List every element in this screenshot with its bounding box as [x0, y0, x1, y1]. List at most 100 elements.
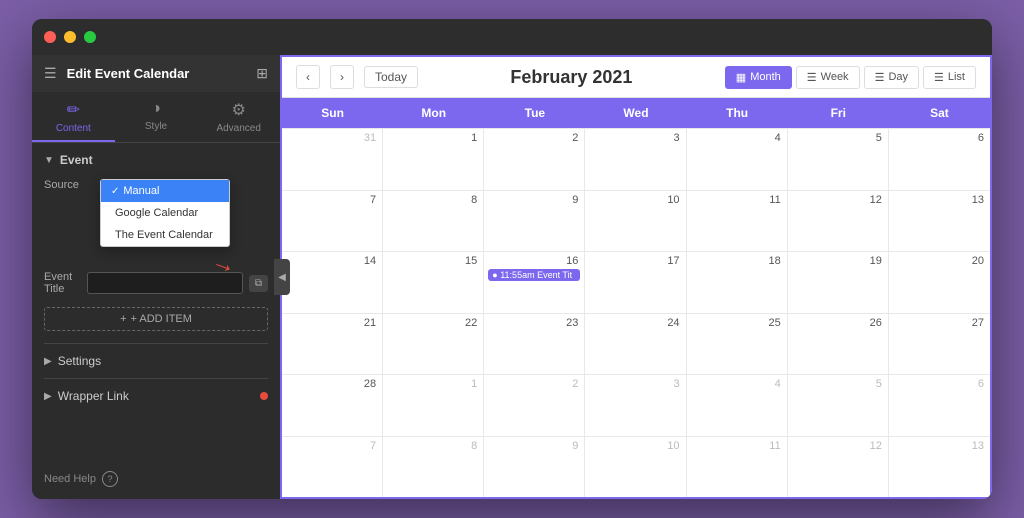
cal-cell-3-2[interactable]: 23	[484, 314, 585, 375]
cal-cell-0-2[interactable]: 2	[484, 129, 585, 190]
cal-cell-3-4[interactable]: 25	[687, 314, 788, 375]
minimize-button[interactable]	[64, 31, 76, 43]
prev-button[interactable]: ‹	[296, 65, 320, 89]
cal-cell-2-0[interactable]: 14	[282, 252, 383, 313]
cal-cell-3-5[interactable]: 26	[788, 314, 889, 375]
grid-icon[interactable]: ⊞	[256, 65, 268, 82]
list-icon: ☰	[934, 71, 944, 84]
copy-button[interactable]: ⧉	[249, 275, 268, 292]
cal-cell-4-6[interactable]: 6	[889, 375, 990, 436]
hamburger-icon[interactable]: ☰	[44, 65, 57, 82]
month-view-button[interactable]: ▦ Month	[725, 66, 792, 89]
month-grid-icon: ▦	[736, 71, 746, 84]
day-view-button[interactable]: ☰ Day	[864, 66, 919, 89]
day-num-0-6: 6	[893, 132, 986, 144]
cal-cell-4-0[interactable]: 28	[282, 375, 383, 436]
list-view-button[interactable]: ☰ List	[923, 66, 976, 89]
event-section-header[interactable]: ▼ Event	[44, 153, 268, 167]
cal-cell-5-4[interactable]: 11	[687, 437, 788, 498]
cal-cell-5-2[interactable]: 9	[484, 437, 585, 498]
next-button[interactable]: ›	[330, 65, 354, 89]
cal-cell-2-1[interactable]: 15	[383, 252, 484, 313]
cal-cell-2-5[interactable]: 19	[788, 252, 889, 313]
cal-cell-1-2[interactable]: 9	[484, 191, 585, 252]
wrapper-link-indicator	[260, 392, 268, 400]
day-num-4-4: 4	[691, 378, 783, 390]
sidebar-tabs: ✏ Content ◑ Style ⚙ Advanced	[32, 92, 280, 143]
cal-cell-1-0[interactable]: 7	[282, 191, 383, 252]
day-num-3-4: 25	[691, 317, 783, 329]
day-num-0-1: 1	[387, 132, 479, 144]
cal-cell-3-3[interactable]: 24	[585, 314, 686, 375]
day-icon: ☰	[875, 71, 885, 84]
cal-cell-2-4[interactable]: 18	[687, 252, 788, 313]
today-button[interactable]: Today	[364, 66, 418, 88]
help-icon[interactable]: ?	[102, 471, 118, 487]
cal-row-4: 28 123456	[282, 374, 990, 436]
cal-cell-5-5[interactable]: 12	[788, 437, 889, 498]
tab-content[interactable]: ✏ Content	[32, 92, 115, 142]
settings-section[interactable]: ▶ Settings	[44, 343, 268, 378]
header-fri: Fri	[788, 98, 889, 128]
cal-cell-4-2[interactable]: 2	[484, 375, 585, 436]
day-num-3-5: 26	[792, 317, 884, 329]
day-num-1-6: 13	[893, 194, 986, 206]
day-num-5-4: 11	[691, 440, 783, 452]
cal-cell-3-1[interactable]: 22	[383, 314, 484, 375]
sidebar-collapse-handle[interactable]: ◀	[274, 259, 290, 295]
cal-cell-2-3[interactable]: 17	[585, 252, 686, 313]
maximize-button[interactable]	[84, 31, 96, 43]
day-num-0-4: 4	[691, 132, 783, 144]
close-button[interactable]	[44, 31, 56, 43]
month-view-label: Month	[750, 71, 781, 83]
day-num-5-6: 13	[893, 440, 986, 452]
source-dropdown[interactable]: ✓ Manual Google Calendar The Event Calen…	[100, 179, 230, 247]
dropdown-item-manual[interactable]: ✓ Manual	[101, 180, 229, 202]
day-num-1-0: 7	[286, 194, 378, 206]
cal-cell-1-5[interactable]: 12	[788, 191, 889, 252]
cal-cell-1-4[interactable]: 11	[687, 191, 788, 252]
cal-cell-2-6[interactable]: 20	[889, 252, 990, 313]
cal-cell-5-3[interactable]: 10	[585, 437, 686, 498]
cal-cell-0-5[interactable]: 5	[788, 129, 889, 190]
sidebar-content: ▼ Event Source ✓ Manual Google C	[32, 143, 280, 459]
cal-cell-0-6[interactable]: 6	[889, 129, 990, 190]
cal-cell-3-0[interactable]: 21	[282, 314, 383, 375]
dropdown-item-tec[interactable]: The Event Calendar	[101, 224, 229, 246]
cal-cell-4-4[interactable]: 4	[687, 375, 788, 436]
event-pill-2-2[interactable]: ● 11:55am Event Tit	[488, 269, 580, 281]
source-label: Source	[44, 179, 100, 191]
cal-cell-5-1[interactable]: 8	[383, 437, 484, 498]
cal-cell-5-6[interactable]: 13	[889, 437, 990, 498]
tab-style[interactable]: ◑ Style	[115, 92, 198, 142]
cal-cell-0-3[interactable]: 3	[585, 129, 686, 190]
cal-cell-5-0[interactable]: 7	[282, 437, 383, 498]
week-icon: ☰	[807, 71, 817, 84]
day-num-4-0: 28	[286, 378, 378, 390]
day-num-3-6: 27	[893, 317, 986, 329]
cal-cell-4-5[interactable]: 5	[788, 375, 889, 436]
cal-cell-1-3[interactable]: 10	[585, 191, 686, 252]
main-window: ☰ Edit Event Calendar ⊞ ✏ Content ◑ Styl…	[32, 19, 992, 499]
list-view-label: List	[948, 71, 965, 83]
add-item-button[interactable]: + + ADD ITEM	[44, 307, 268, 331]
cal-cell-1-6[interactable]: 13	[889, 191, 990, 252]
tab-advanced[interactable]: ⚙ Advanced	[197, 92, 280, 142]
wrapper-link-section[interactable]: ▶ Wrapper Link	[44, 378, 268, 413]
cal-cell-2-2[interactable]: 16● 11:55am Event Tit	[484, 252, 585, 313]
cal-cell-0-0[interactable]: 31	[282, 129, 383, 190]
cal-cell-3-6[interactable]: 27	[889, 314, 990, 375]
cal-cell-4-1[interactable]: 1	[383, 375, 484, 436]
calendar-body: 3112345678910111213141516● 11:55am Event…	[282, 128, 990, 497]
week-view-button[interactable]: ☰ Week	[796, 66, 860, 89]
day-num-4-1: 1	[387, 378, 479, 390]
cal-cell-1-1[interactable]: 8	[383, 191, 484, 252]
dropdown-item-google[interactable]: Google Calendar	[101, 202, 229, 224]
add-item-label: + ADD ITEM	[131, 313, 192, 325]
cal-cell-0-4[interactable]: 4	[687, 129, 788, 190]
wrapper-arrow: ▶	[44, 391, 52, 402]
cal-cell-0-1[interactable]: 1	[383, 129, 484, 190]
need-help-section: Need Help ?	[32, 459, 280, 499]
tab-advanced-label: Advanced	[216, 123, 260, 134]
cal-cell-4-3[interactable]: 3	[585, 375, 686, 436]
